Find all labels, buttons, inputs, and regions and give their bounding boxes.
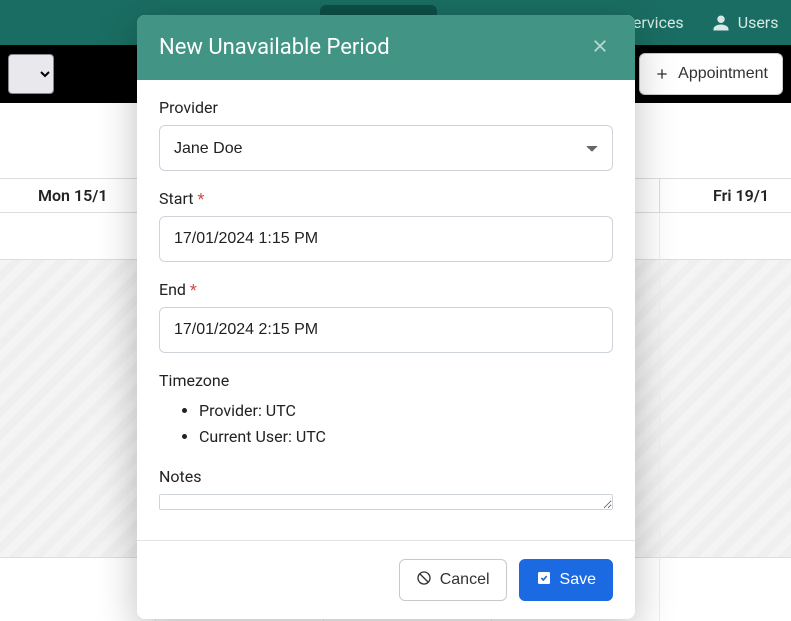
cancel-button[interactable]: Cancel: [399, 559, 507, 601]
timezone-current-user: Current User: UTC: [199, 424, 613, 450]
start-label-text: Start: [159, 189, 193, 208]
start-datetime-field[interactable]: [159, 216, 613, 262]
save-label: Save: [560, 571, 596, 589]
notes-label: Notes: [159, 467, 613, 486]
modal-body: Provider Jane Doe Start * End * Timezone…: [137, 80, 635, 540]
timezone-list: Provider: UTC Current User: UTC: [159, 398, 613, 449]
modal-title: New Unavailable Period: [159, 35, 390, 60]
close-icon: [591, 43, 609, 58]
modal-close-button[interactable]: [587, 33, 613, 62]
cancel-label: Cancel: [440, 571, 490, 589]
end-label: End *: [159, 280, 613, 299]
end-label-text: End: [159, 280, 186, 299]
start-label: Start *: [159, 189, 613, 208]
timezone-provider: Provider: UTC: [199, 398, 613, 424]
timezone-label: Timezone: [159, 371, 613, 390]
modal-header: New Unavailable Period: [137, 15, 635, 80]
required-asterisk: *: [197, 189, 204, 208]
provider-label: Provider: [159, 98, 613, 117]
modal-footer: Cancel Save: [137, 540, 635, 619]
check-square-icon: [536, 570, 552, 591]
ban-icon: [416, 570, 432, 591]
unavailable-period-modal: New Unavailable Period Provider Jane Doe…: [137, 15, 635, 619]
end-datetime-field[interactable]: [159, 307, 613, 353]
save-button[interactable]: Save: [519, 559, 613, 601]
notes-field[interactable]: [159, 494, 613, 510]
required-asterisk: *: [190, 280, 197, 299]
provider-select[interactable]: Jane Doe: [159, 125, 613, 171]
